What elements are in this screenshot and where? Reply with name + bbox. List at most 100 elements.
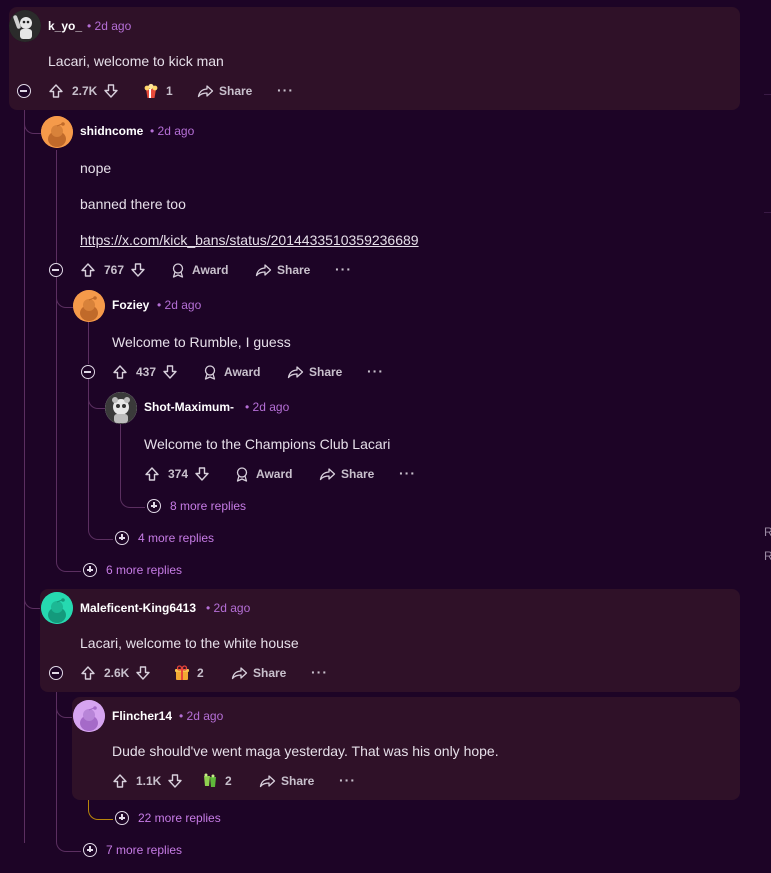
gift-award-icon (175, 665, 189, 680)
more-replies-link[interactable]: 8 more replies (147, 499, 246, 513)
upvote-icon[interactable] (112, 364, 128, 380)
share-label: Share (253, 666, 287, 680)
share-label: Share (219, 84, 253, 98)
share-label: Share (309, 365, 343, 379)
comment-body: Lacari, welcome to the white house (80, 635, 299, 651)
avatar[interactable] (73, 290, 105, 322)
username[interactable]: Flincher14 (112, 709, 172, 723)
upvote-icon[interactable] (48, 83, 64, 99)
expand-icon (83, 563, 97, 577)
upvote-icon[interactable] (80, 665, 96, 681)
vote-bar: 2.7K (48, 83, 119, 99)
vote-bar: 767 (80, 262, 146, 278)
timestamp[interactable]: • 2d ago (206, 601, 250, 615)
thread-line (24, 98, 25, 578)
share-button[interactable]: Share (255, 262, 310, 278)
share-icon (231, 667, 248, 680)
downvote-icon[interactable] (167, 773, 183, 789)
more-replies-label: 6 more replies (106, 563, 183, 577)
share-button[interactable]: Share (231, 665, 286, 681)
award-button[interactable]: 2 (201, 773, 232, 789)
downvote-icon[interactable] (194, 466, 210, 482)
expand-icon (115, 531, 129, 545)
share-icon (287, 366, 304, 379)
avatar[interactable] (73, 700, 105, 732)
award-label: Award (224, 365, 261, 379)
comment-body: Welcome to the Champions Club Lacari (144, 436, 391, 452)
award-icon (204, 365, 216, 380)
collapse-thread-button[interactable] (49, 263, 63, 277)
share-icon (197, 85, 214, 98)
username[interactable]: Shot-Maximum- (144, 400, 234, 414)
more-options-button[interactable]: ··· (335, 261, 352, 277)
comment-body: Lacari, welcome to kick man (48, 53, 224, 69)
comment-body: nope (80, 160, 112, 176)
award-icon (172, 263, 184, 278)
more-replies-link[interactable]: 6 more replies (83, 563, 182, 577)
timestamp[interactable]: • 2d ago (150, 124, 194, 138)
collapse-thread-button[interactable] (81, 365, 95, 379)
avatar[interactable] (9, 10, 41, 42)
award-count: 1 (166, 84, 173, 98)
downvote-icon[interactable] (130, 262, 146, 278)
award-button[interactable]: Award (170, 262, 228, 278)
award-button[interactable]: 1 (142, 83, 173, 99)
collapse-thread-button[interactable] (49, 666, 63, 680)
share-icon (259, 775, 276, 788)
side-letter: R (764, 549, 771, 563)
more-options-button[interactable]: ··· (339, 772, 356, 788)
downvote-icon[interactable] (135, 665, 151, 681)
share-label: Share (277, 263, 311, 277)
share-button[interactable]: Share (259, 773, 314, 789)
timestamp[interactable]: • 2d ago (157, 298, 201, 312)
avatar[interactable] (41, 116, 73, 148)
username[interactable]: k_yo_ (48, 19, 82, 33)
share-button[interactable]: Share (319, 466, 374, 482)
collapse-thread-button[interactable] (17, 84, 31, 98)
more-replies-link[interactable]: 7 more replies (83, 843, 182, 857)
award-button[interactable]: 2 (173, 665, 204, 681)
upvote-icon[interactable] (112, 773, 128, 789)
more-replies-link[interactable]: 22 more replies (115, 811, 221, 825)
popcorn-award-icon (144, 83, 158, 98)
downvote-icon[interactable] (103, 83, 119, 99)
downvote-icon[interactable] (162, 364, 178, 380)
expand-icon (147, 499, 161, 513)
upvote-icon[interactable] (144, 466, 160, 482)
award-count: 2 (197, 666, 204, 680)
upvote-icon[interactable] (80, 262, 96, 278)
more-options-button[interactable]: ··· (311, 664, 328, 680)
vote-bar: 1.1K (112, 773, 183, 789)
share-button[interactable]: Share (197, 83, 252, 99)
more-options-button[interactable]: ··· (277, 82, 294, 98)
award-label: Award (192, 263, 229, 277)
username[interactable]: Maleficent-King6413 (80, 601, 196, 615)
username[interactable]: Foziey (112, 298, 149, 312)
timestamp[interactable]: • 2d ago (245, 400, 289, 414)
username[interactable]: shidncome (80, 124, 143, 138)
share-button[interactable]: Share (287, 364, 342, 380)
share-icon (319, 468, 336, 481)
more-replies-label: 22 more replies (138, 811, 221, 825)
more-options-button[interactable]: ··· (367, 363, 384, 379)
comment-link[interactable]: https://x.com/kick_bans/status/201443351… (80, 232, 419, 248)
more-replies-link[interactable]: 4 more replies (115, 531, 214, 545)
share-label: Share (341, 467, 375, 481)
comment-body: banned there too (80, 196, 186, 212)
timestamp[interactable]: • 2d ago (87, 19, 131, 33)
vote-count: 767 (104, 263, 125, 277)
avatar[interactable] (41, 592, 73, 624)
vote-bar: 2.6K (80, 665, 151, 681)
avatar[interactable] (105, 392, 137, 424)
award-button[interactable]: Award (202, 364, 260, 380)
timestamp[interactable]: • 2d ago (179, 709, 223, 723)
comment-body: Dude should've went maga yesterday. That… (112, 743, 499, 759)
vote-count: 437 (136, 365, 157, 379)
award-button[interactable]: Award (234, 466, 292, 482)
comment-body: Welcome to Rumble, I guess (112, 334, 291, 350)
award-label: Award (256, 467, 293, 481)
more-options-button[interactable]: ··· (399, 465, 416, 481)
vote-count: 2.6K (104, 666, 130, 680)
vote-count: 2.7K (72, 84, 98, 98)
vote-count: 374 (168, 467, 189, 481)
